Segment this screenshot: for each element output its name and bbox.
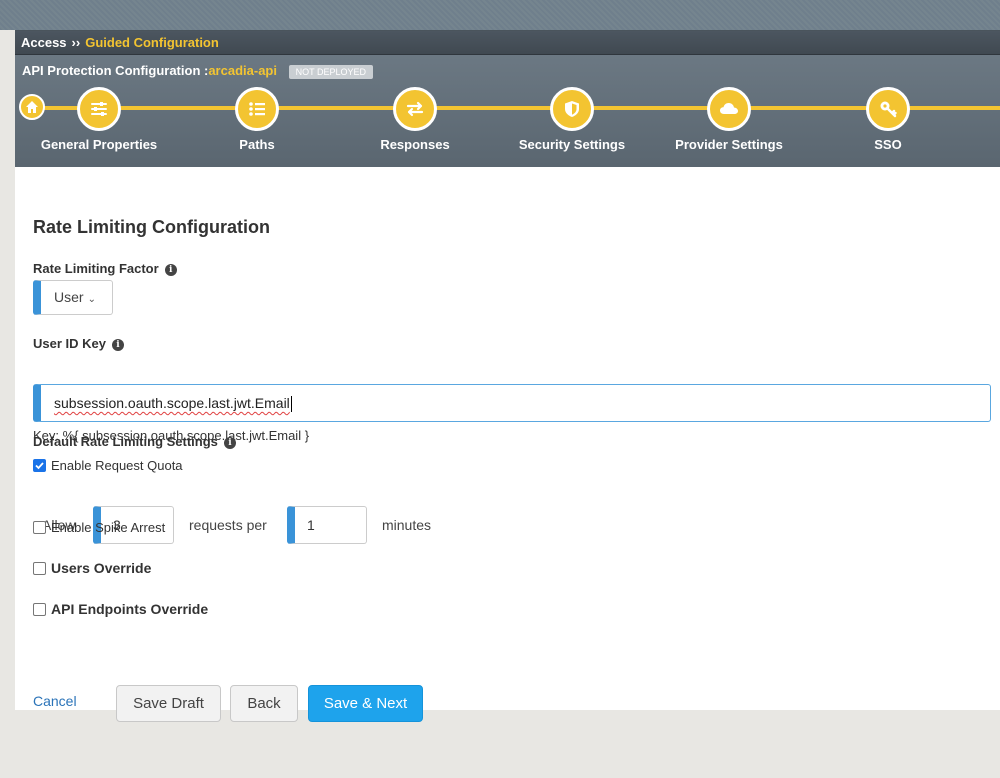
user-id-key-input[interactable]: subsession.oauth.scope.last.jwt.Email (33, 384, 991, 422)
shield-icon (565, 101, 579, 117)
enable-request-quota-checkbox[interactable]: Enable Request Quota (33, 458, 183, 473)
step-sso[interactable]: SSO (808, 87, 968, 152)
save-draft-button[interactable]: Save Draft (116, 685, 221, 722)
checkbox-unchecked-icon[interactable] (33, 561, 46, 575)
users-override-checkbox[interactable]: Users Override (33, 560, 151, 576)
minutes-label: minutes (382, 517, 432, 533)
breadcrumb-separator: ›› (71, 35, 81, 50)
browser-background-strip (0, 0, 1000, 30)
info-icon[interactable]: i (223, 436, 236, 449)
wizard-panel: Access ›› Guided Configuration API Protect… (15, 30, 1000, 722)
sliders-icon (91, 102, 107, 116)
step-responses[interactable]: Responses (335, 87, 495, 152)
requests-per-label: requests per (189, 517, 267, 533)
text-caret (290, 396, 292, 413)
checkbox-unchecked-icon[interactable] (33, 521, 46, 534)
config-name: arcadia-api (208, 63, 277, 78)
key-icon (880, 101, 897, 118)
step-label: Paths (239, 137, 275, 152)
rate-limiting-factor-select[interactable]: User ⌄ (33, 280, 113, 315)
info-icon[interactable]: i (111, 338, 124, 351)
breadcrumb: Access ›› Guided Configuration (15, 31, 1000, 55)
wizard-header: Access ›› Guided Configuration API Protect… (15, 30, 1000, 167)
step-label: General Properties (40, 137, 158, 152)
default-rate-limiting-label: Default Rate Limiting Settings i (33, 434, 236, 449)
back-button[interactable]: Back (230, 685, 298, 722)
cloud-icon (720, 103, 738, 114)
config-title: API Protection Configuration :arcadia-ap… (22, 63, 373, 79)
breadcrumb-guided-configuration[interactable]: Guided Configuration (85, 35, 219, 50)
status-badge: NOT DEPLOYED (288, 64, 373, 79)
checkbox-unchecked-icon[interactable] (33, 602, 46, 616)
swap-arrows-icon (406, 101, 424, 117)
user-id-key-label: User ID Key i (33, 336, 124, 351)
step-security-settings[interactable]: Security Settings (492, 87, 652, 152)
step-label: Security Settings (518, 137, 626, 152)
page-title: Rate Limiting Configuration (33, 217, 270, 237)
api-endpoints-override-checkbox[interactable]: API Endpoints Override (33, 601, 208, 617)
step-label: Provider Settings (675, 137, 783, 152)
save-next-button[interactable]: Save & Next (308, 685, 423, 722)
enable-spike-arrest-checkbox[interactable]: Enable Spike Arrest (33, 520, 165, 535)
cancel-link[interactable]: Cancel (33, 693, 77, 709)
checkbox-checked-icon[interactable] (33, 459, 46, 472)
step-provider-settings[interactable]: Provider Settings (649, 87, 809, 152)
form-content: Rate Limiting Configuration Rate Limitin… (15, 167, 1000, 722)
step-label: SSO (874, 137, 902, 152)
breadcrumb-access[interactable]: Access (21, 35, 67, 50)
step-label: Responses (380, 137, 450, 152)
chevron-down-icon: ⌄ (87, 294, 96, 305)
step-paths[interactable]: Paths (177, 87, 337, 152)
rate-limiting-factor-label: Rate Limiting Factor i (33, 261, 177, 276)
info-icon[interactable]: i (164, 263, 177, 276)
list-icon (249, 102, 265, 116)
minutes-input[interactable]: 1 (287, 506, 367, 544)
step-general-properties[interactable]: General Properties (19, 87, 179, 152)
config-title-prefix: API Protection Configuration : (22, 63, 209, 78)
